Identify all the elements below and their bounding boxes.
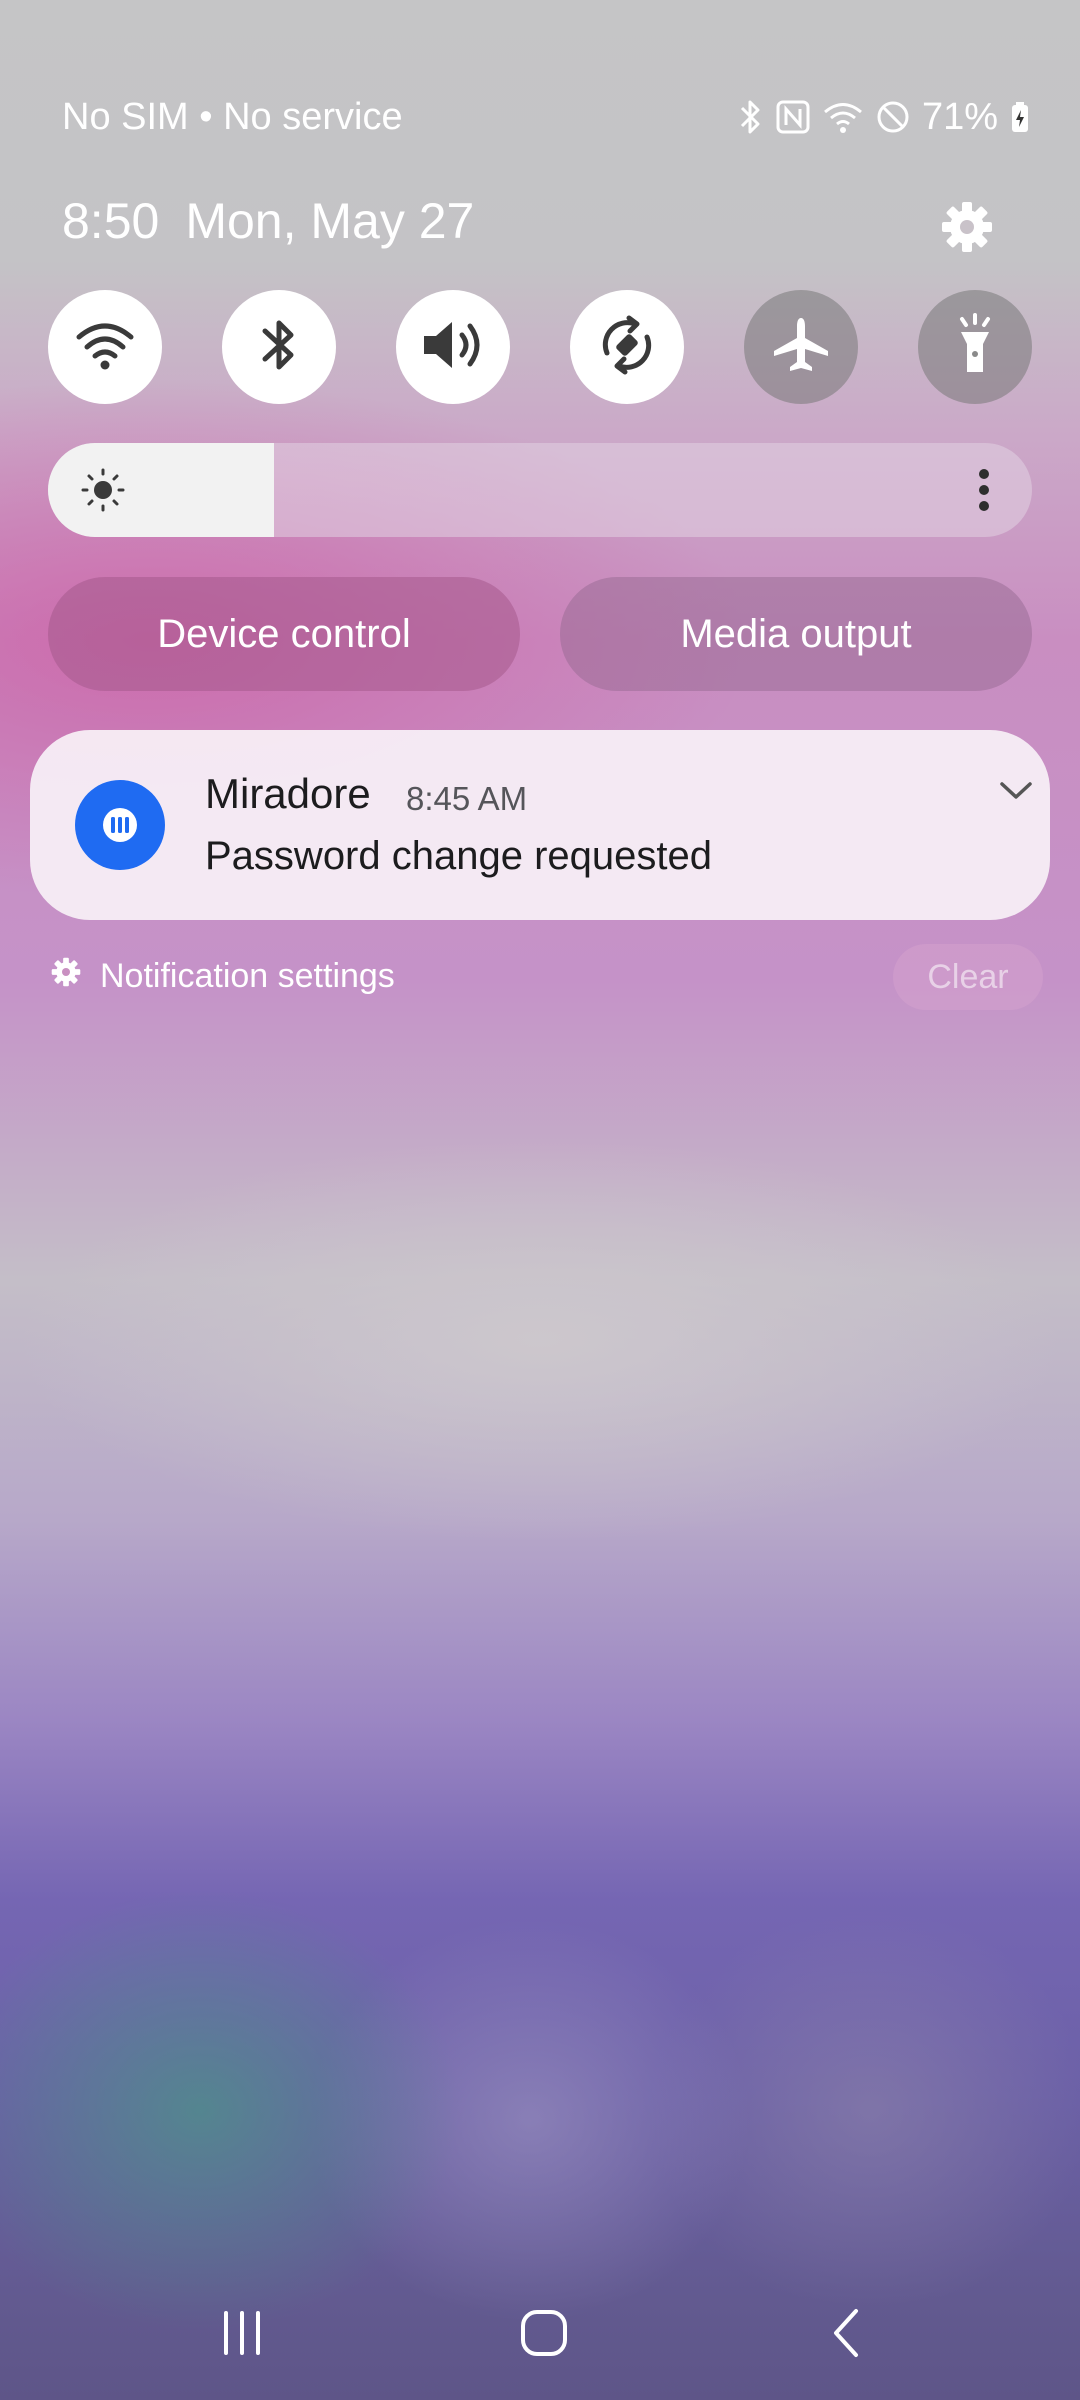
clear-button[interactable]: Clear [893,944,1043,1010]
airplane-mode-toggle[interactable] [744,290,858,404]
home-icon [518,2307,570,2364]
wifi-icon [822,100,864,134]
gear-icon [939,199,995,260]
brightness-slider[interactable] [48,443,1032,537]
notification-text: Password change requested [205,834,712,878]
notification-settings-link[interactable]: Notification settings [50,956,395,996]
device-control-button[interactable]: Device control [48,577,520,691]
bluetooth-toggle[interactable] [222,290,336,404]
volume-icon [420,317,486,378]
back-icon [826,2307,866,2364]
wifi-toggle[interactable] [48,290,162,404]
notification-time: 8:45 AM [406,780,528,817]
sound-toggle[interactable] [396,290,510,404]
notification-card[interactable]: Miradore 8:45 AM Password change request… [30,730,1050,920]
carrier-status: No SIM • No service [62,96,403,138]
recents-button[interactable] [182,2290,302,2380]
navigation-bar [0,2290,1080,2380]
back-button[interactable] [786,2290,906,2380]
media-output-button[interactable]: Media output [560,577,1032,691]
more-options-icon[interactable] [976,467,992,518]
gear-icon [50,956,82,997]
battery-percent: 71% [921,95,998,138]
bluetooth-icon [738,99,764,135]
battery-charging-icon [1010,101,1030,133]
airplane-icon [770,314,832,381]
flashlight-icon [950,312,1000,383]
rotate-icon [595,313,659,382]
nfc-icon [776,100,810,134]
flashlight-toggle[interactable] [918,290,1032,404]
bluetooth-icon [259,315,299,380]
sun-icon [80,467,126,518]
date-label: Mon, May 27 [185,193,475,249]
clock-date: 8:50 Mon, May 27 [62,192,474,250]
notification-app-name: Miradore [205,770,371,817]
wifi-icon [75,319,135,376]
chevron-down-icon[interactable] [998,780,1034,807]
status-icons: 71% [738,92,1030,142]
settings-button[interactable] [934,196,1000,262]
miradore-app-icon [75,780,165,870]
home-button[interactable] [484,2290,604,2380]
auto-rotate-toggle[interactable] [570,290,684,404]
quick-settings-row [48,290,1032,404]
clock-time: 8:50 [62,193,160,249]
notification-settings-label: Notification settings [100,956,395,995]
recents-icon [218,2309,266,2362]
do-not-disturb-icon [876,100,910,134]
